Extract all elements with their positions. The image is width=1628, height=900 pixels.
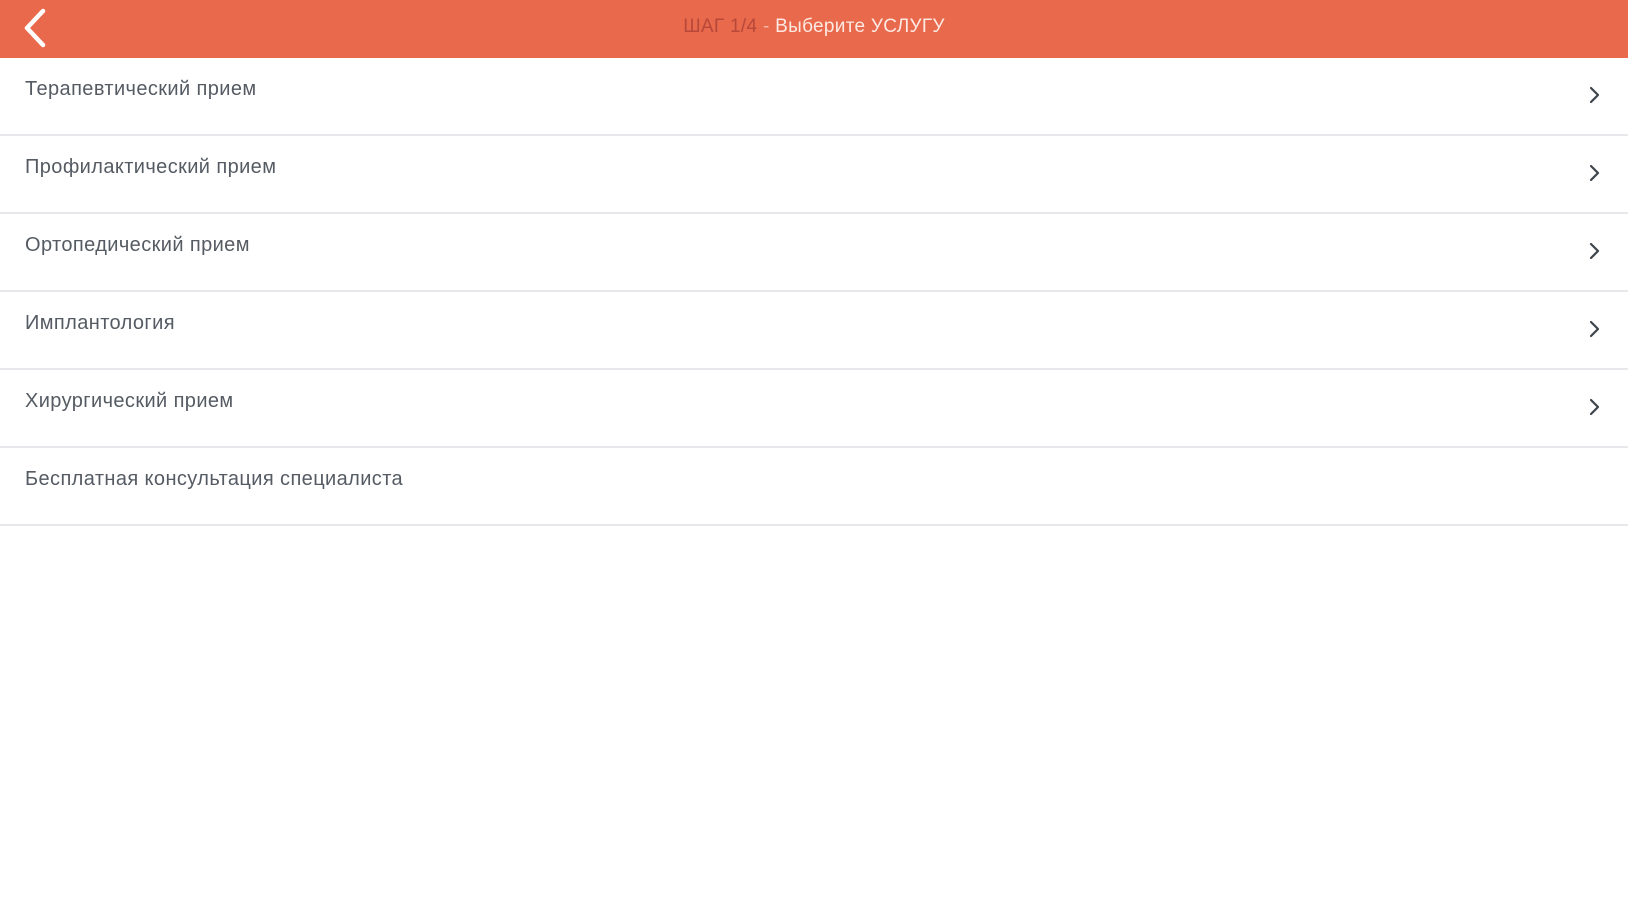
chevron-right-icon [1589,164,1600,182]
list-item-free-consultation[interactable]: Бесплатная консультация специалиста [0,448,1628,526]
title-text: Выберите УСЛУГУ [775,16,945,37]
list-item-label: Терапевтический прием [25,78,257,100]
title-separator: - [757,16,776,37]
list-item-label: Имплантология [25,312,175,334]
app-header: ШАГ 1/4 - Выберите УСЛУГУ [0,0,1628,58]
list-item-label: Хирургический прием [25,390,234,412]
list-item-surgical[interactable]: Хирургический прием [0,370,1628,448]
list-item-label: Профилактический прием [25,156,277,178]
chevron-right-icon [1589,398,1600,416]
service-list: Терапевтический прием Профилактический п… [0,58,1628,526]
chevron-right-icon [1589,86,1600,104]
list-item-therapeutic[interactable]: Терапевтический прием [0,58,1628,136]
list-item-preventive[interactable]: Профилактический прием [0,136,1628,214]
list-item-orthopedic[interactable]: Ортопедический прием [0,214,1628,292]
page-title: ШАГ 1/4 - Выберите УСЛУГУ [0,0,1628,56]
list-item-implantology[interactable]: Имплантология [0,292,1628,370]
list-item-label: Ортопедический прием [25,234,250,256]
chevron-right-icon [1589,242,1600,260]
chevron-right-icon [1589,320,1600,338]
list-item-label: Бесплатная консультация специалиста [25,468,404,490]
step-indicator: ШАГ 1/4 [683,16,758,37]
